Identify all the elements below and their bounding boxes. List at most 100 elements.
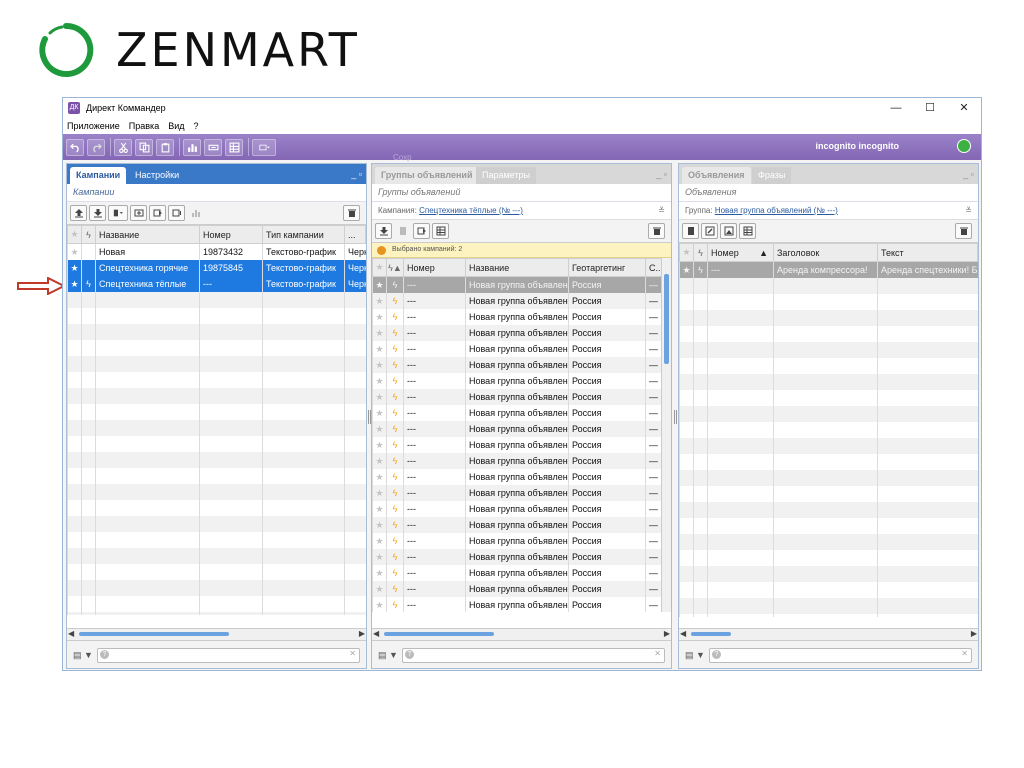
clear-icon[interactable]: ✕ — [961, 649, 968, 658]
table-row[interactable]: ★ ϟ --- Новая группа объявлен Россия — — [372, 389, 671, 405]
connection-status-icon[interactable] — [957, 139, 971, 153]
cut-button[interactable] — [114, 138, 132, 156]
empty-row[interactable] — [67, 484, 366, 500]
groups-search-input[interactable]: ? ✕ — [402, 648, 665, 663]
empty-row[interactable] — [679, 614, 978, 617]
tab-ads[interactable]: Объявления — [682, 167, 751, 184]
empty-row[interactable] — [679, 358, 978, 374]
table-row[interactable]: ★ ϟ --- Новая группа объявлен Россия — — [372, 437, 671, 453]
columns-icon[interactable]: ▤ — [685, 650, 694, 661]
clear-icon[interactable]: ✕ — [654, 649, 661, 658]
empty-row[interactable] — [67, 292, 366, 308]
empty-row[interactable] — [679, 550, 978, 566]
empty-row[interactable] — [67, 372, 366, 388]
empty-row[interactable] — [67, 404, 366, 420]
filter-icon[interactable]: ▼ — [84, 650, 93, 660]
tab-phrases[interactable]: Фразы — [752, 167, 792, 184]
new-ad-button[interactable] — [682, 223, 699, 239]
filter-icon[interactable]: ▼ — [696, 650, 705, 660]
tab-settings[interactable]: Настройки — [129, 167, 185, 184]
table-row[interactable]: ★ ϟ --- Новая группа объявлен Россия — — [372, 517, 671, 533]
table-row[interactable]: ★ ϟ --- Новая группа объявлен Россия — — [372, 293, 671, 309]
empty-row[interactable] — [679, 438, 978, 454]
table-row[interactable]: ★ ϟ --- Новая группа объявлен Россия — — [372, 597, 671, 612]
edit-ad-button[interactable] — [701, 223, 718, 239]
tab-campaigns[interactable]: Кампании — [70, 167, 127, 184]
empty-row[interactable] — [679, 598, 978, 614]
delete-campaign-button[interactable] — [343, 205, 360, 221]
menu-help[interactable]: ? — [194, 121, 199, 131]
empty-row[interactable] — [67, 308, 366, 324]
empty-row[interactable] — [67, 388, 366, 404]
column-campaign-type[interactable]: Тип кампании — [262, 225, 345, 244]
new-campaign-button[interactable] — [108, 205, 128, 221]
table-row[interactable]: ★ ϟ --- Новая группа объявлен Россия — — [372, 501, 671, 517]
delete-group-button[interactable] — [648, 223, 665, 239]
empty-row[interactable] — [679, 310, 978, 326]
empty-row[interactable] — [67, 356, 366, 372]
empty-row[interactable] — [67, 548, 366, 564]
empty-row[interactable] — [679, 406, 978, 422]
new-group-button[interactable] — [394, 223, 411, 239]
upload-button[interactable] — [70, 205, 87, 221]
layout-dropdown-button[interactable] — [252, 138, 276, 156]
campaigns-hscroll[interactable]: ◀ ▶ — [67, 628, 366, 640]
user-name[interactable]: incognito incognito — [816, 141, 899, 151]
table-row[interactable]: ★ ϟ --- Новая группа объявлен Россия — — [372, 357, 671, 373]
empty-row[interactable] — [679, 582, 978, 598]
filter-campaign-link[interactable]: Спецтехника тёплые (№ ---) — [419, 206, 523, 215]
table-view-button[interactable] — [739, 223, 756, 239]
table-row[interactable]: ★ ϟ --- Аренда компрессора! Аренда спецтехни… — [679, 261, 978, 278]
column-number[interactable]: Номер — [403, 258, 466, 277]
sort-ascending-icon[interactable]: ▲ — [759, 248, 768, 258]
column-text[interactable]: Текст — [877, 243, 978, 262]
panel-window-controls[interactable]: _ ▫ — [656, 169, 667, 179]
empty-row[interactable] — [679, 454, 978, 470]
start-campaign-button[interactable] — [149, 205, 166, 221]
empty-row[interactable] — [679, 374, 978, 390]
download-button[interactable] — [89, 205, 106, 221]
empty-row[interactable] — [67, 564, 366, 580]
table-row[interactable]: ★ ϟ --- Новая группа объявлен Россия — — [372, 341, 671, 357]
empty-row[interactable] — [679, 566, 978, 582]
table-row[interactable]: ★ ϟ --- Новая группа объявлен Россия — — [372, 469, 671, 485]
star-column-header[interactable]: ★ — [372, 258, 387, 277]
stats-button[interactable] — [187, 205, 204, 221]
menu-view[interactable]: Вид — [168, 121, 184, 131]
empty-row[interactable] — [67, 580, 366, 596]
star-column-header[interactable]: ★ — [67, 225, 82, 244]
table-view-button[interactable] — [432, 223, 449, 239]
column-more[interactable]: ... — [344, 225, 366, 244]
empty-row[interactable] — [679, 294, 978, 310]
filter-icon[interactable]: ▼ — [389, 650, 398, 660]
chevron-down-icon[interactable]: ≚ — [658, 202, 665, 219]
empty-row[interactable] — [679, 278, 978, 294]
delete-ad-button[interactable] — [955, 223, 972, 239]
empty-row[interactable] — [67, 420, 366, 436]
close-button[interactable]: ✕ — [947, 98, 981, 118]
empty-row[interactable] — [67, 516, 366, 532]
clear-icon[interactable]: ✕ — [349, 649, 356, 658]
empty-row[interactable] — [67, 452, 366, 468]
table-button[interactable] — [225, 138, 243, 156]
empty-row[interactable] — [679, 390, 978, 406]
empty-row[interactable] — [679, 534, 978, 550]
empty-row[interactable] — [67, 612, 366, 615]
splitter-right[interactable] — [673, 410, 677, 424]
start-group-button[interactable] — [413, 223, 430, 239]
table-row[interactable]: ★ ϟ --- Новая группа объявлен Россия — — [372, 485, 671, 501]
empty-row[interactable] — [67, 532, 366, 548]
table-row[interactable]: ★ Спецтехника горячие 19875845 Текстово-гра… — [67, 260, 366, 276]
empty-row[interactable] — [679, 470, 978, 486]
column-name[interactable]: Название — [95, 225, 200, 244]
columns-icon[interactable]: ▤ — [73, 650, 82, 661]
table-row[interactable]: ★ Новая19873432Текстово-графикЧерн — [67, 243, 366, 260]
table-row[interactable]: ★ ϟ --- Новая группа объявлен Россия — — [372, 549, 671, 565]
ads-hscroll[interactable]: ◀ ▶ — [679, 628, 978, 640]
redo-button[interactable] — [87, 138, 105, 156]
table-row[interactable]: ★ ϟ --- Новая группа объявлен Россия — — [372, 325, 671, 341]
image-ad-button[interactable] — [720, 223, 737, 239]
table-row[interactable]: ★ ϟ --- Новая группа объявлен Россия — — [372, 581, 671, 597]
download-button[interactable] — [375, 223, 392, 239]
undo-button[interactable] — [66, 138, 84, 156]
